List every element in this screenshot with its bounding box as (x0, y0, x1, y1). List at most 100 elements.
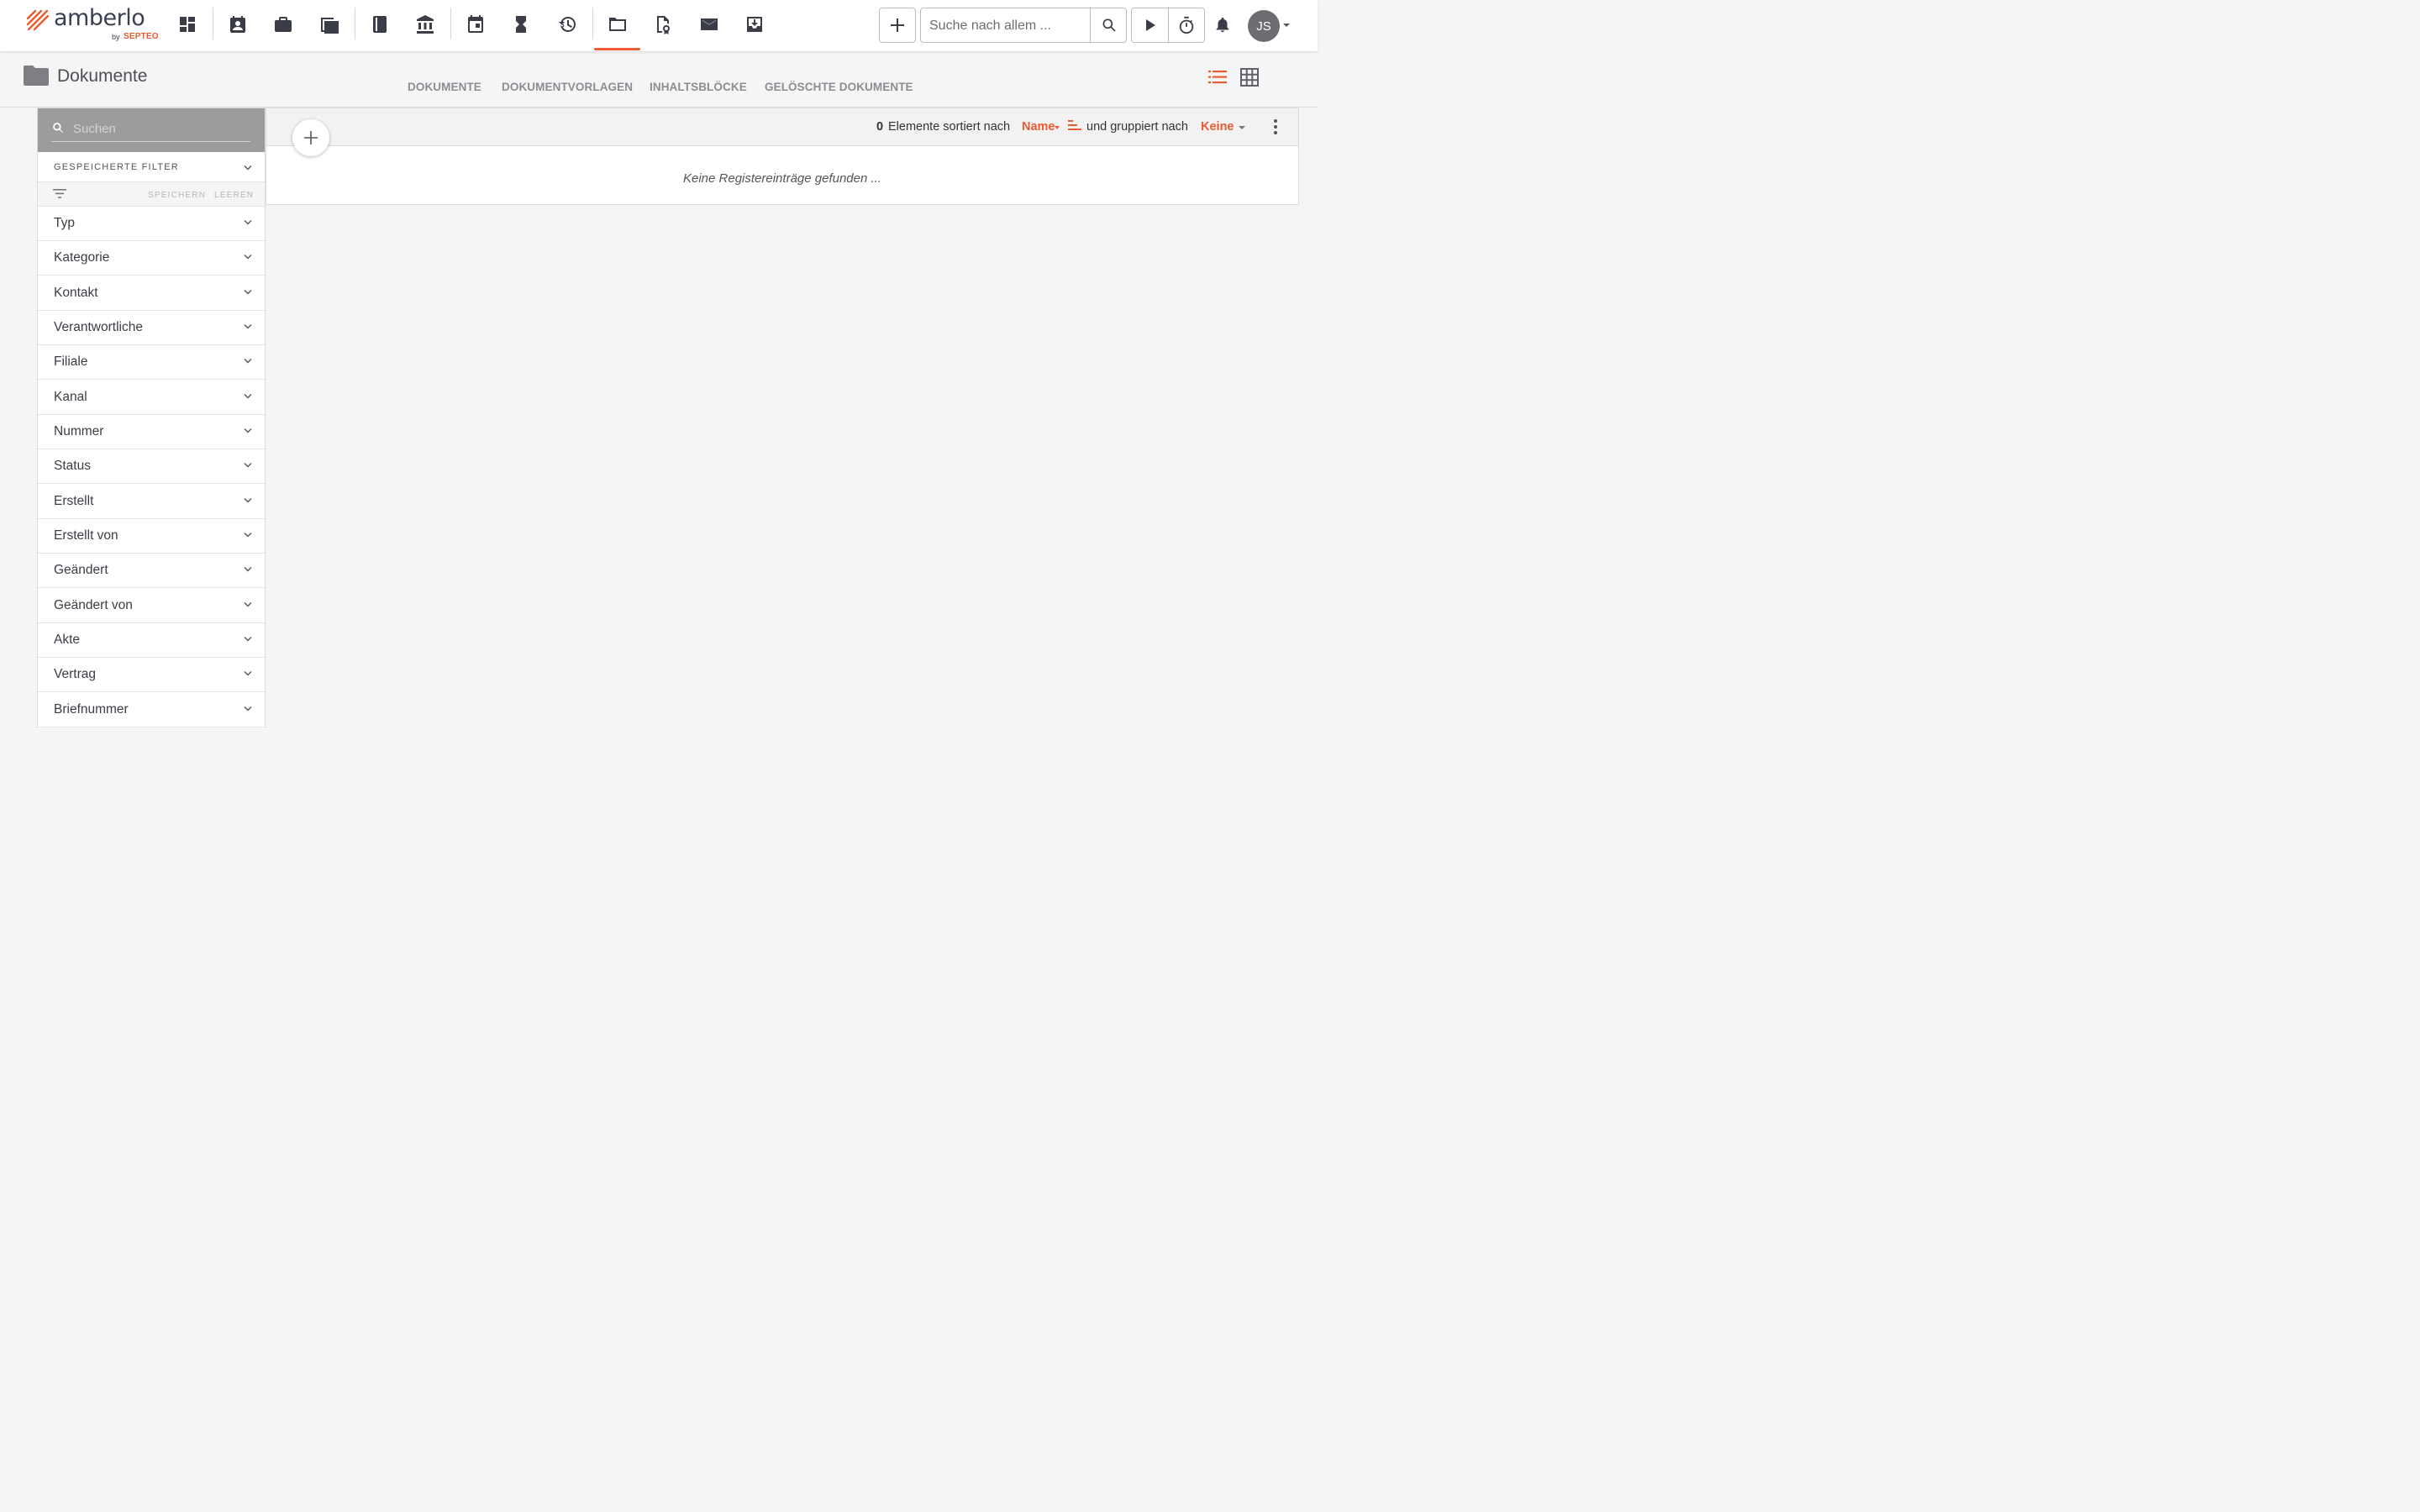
chevron-down-icon (244, 359, 252, 364)
chevron-down-icon (244, 289, 252, 295)
group-label: und gruppiert nach (1086, 120, 1188, 134)
filter-label: Geändert (54, 563, 108, 578)
document-certificate-icon[interactable] (650, 10, 676, 39)
filter-item[interactable]: Erstellt (38, 485, 265, 519)
sort-direction-icon[interactable] (1068, 120, 1081, 130)
global-search-button[interactable] (1090, 8, 1127, 42)
chevron-down-icon (244, 220, 252, 225)
chevron-down-icon (244, 636, 252, 642)
filter-item[interactable]: Vertrag (38, 658, 265, 693)
sidebar-search-input[interactable] (73, 119, 250, 138)
contacts-icon[interactable] (224, 10, 251, 39)
chevron-down-icon (244, 706, 252, 711)
filter-item[interactable]: Typ (38, 207, 265, 241)
filter-label: Filiale (54, 354, 88, 370)
folder-icon (24, 66, 49, 86)
tab-dokumente[interactable]: DOKUMENTE (408, 81, 481, 93)
filter-label: Kanal (54, 389, 87, 404)
filter-actions-bar: SPEICHERN LEEREN (38, 182, 265, 207)
filter-icon (53, 189, 66, 198)
filter-label: Kontakt (54, 285, 98, 300)
group-caret-icon[interactable] (1239, 126, 1245, 129)
global-search (920, 8, 1127, 43)
active-nav-indicator (594, 48, 640, 50)
matters-icon[interactable] (270, 10, 297, 39)
plus-icon (304, 131, 318, 144)
tasks-icon[interactable] (316, 10, 343, 39)
inbox-download-icon[interactable] (741, 10, 768, 39)
filter-item[interactable]: Erstellt von (38, 519, 265, 554)
chevron-down-icon (244, 165, 252, 171)
grid-view-icon[interactable] (1239, 66, 1260, 88)
filter-item[interactable]: Kanal (38, 381, 265, 415)
tab-inhaltsbloecke[interactable]: INHALTSBLÖCKE (650, 81, 747, 93)
filter-label: Status (54, 459, 91, 474)
tab-dokumentvorlagen[interactable]: DOKUMENTVORLAGEN (502, 81, 633, 93)
billing-history-icon[interactable] (554, 10, 581, 39)
chevron-down-icon (244, 393, 252, 399)
list-view-icon[interactable] (1207, 66, 1228, 88)
create-new-button[interactable] (879, 8, 916, 43)
logo-brand: SEPTEO (124, 32, 159, 41)
chevron-down-icon (244, 497, 252, 503)
chevron-down-icon (244, 532, 252, 538)
page-title: Dokumente (57, 66, 148, 86)
notifications-bell[interactable] (1211, 13, 1234, 37)
top-bar: amberlo by SEPTEO Suche nach allem ... J… (0, 0, 1318, 52)
more-options-icon[interactable] (1270, 118, 1281, 135)
filter-label: Geändert von (54, 597, 133, 612)
chevron-down-icon (244, 601, 252, 607)
add-document-button[interactable] (292, 119, 329, 156)
filter-item[interactable]: Kontakt (38, 276, 265, 311)
mail-icon[interactable] (696, 10, 723, 39)
filter-label: Briefnummer (54, 701, 129, 717)
documents-folder-icon[interactable] (604, 10, 631, 39)
user-avatar[interactable]: JS (1248, 10, 1280, 42)
sidebar-search (38, 108, 265, 152)
filter-item[interactable]: Status (38, 449, 265, 485)
amberlo-logo[interactable]: amberlo by SEPTEO (26, 5, 160, 45)
calendar-icon[interactable] (462, 10, 489, 39)
logo-mark-icon (26, 9, 50, 31)
save-filter-button[interactable]: SPEICHERN (148, 191, 206, 200)
filter-label: Erstellt (54, 493, 94, 508)
filter-label: Nummer (54, 423, 104, 438)
bell-icon (1216, 17, 1229, 33)
filter-item[interactable]: Geändert von (38, 589, 265, 623)
empty-state-message: Keine Registereinträge gefunden ... (683, 171, 881, 186)
group-by-dropdown[interactable]: Keine (1201, 120, 1234, 134)
start-timer-button[interactable] (1132, 8, 1168, 42)
stopwatch-button[interactable] (1168, 8, 1204, 42)
filter-item[interactable]: Kategorie (38, 241, 265, 276)
clear-filter-button[interactable]: LEEREN (214, 191, 254, 200)
filter-item[interactable]: Geändert (38, 554, 265, 589)
book-icon[interactable] (366, 10, 393, 39)
chevron-down-icon (244, 323, 252, 329)
saved-filters-dropdown[interactable]: GESPEICHERTE FILTER (38, 152, 265, 182)
timer-controls (1131, 8, 1205, 43)
chevron-down-icon (244, 428, 252, 433)
search-underline (51, 141, 250, 142)
filter-item[interactable]: Verantwortliche (38, 311, 265, 345)
institution-icon[interactable] (412, 10, 439, 39)
chevron-down-icon (244, 567, 252, 572)
global-search-input[interactable] (929, 16, 1089, 36)
filter-label: Verantwortliche (54, 319, 143, 334)
tab-geloeschte-dokumente[interactable]: GELÖSCHTE DOKUMENTE (765, 81, 913, 93)
play-icon (1145, 19, 1155, 31)
filter-item[interactable]: Akte (38, 623, 265, 658)
filter-item[interactable]: Briefnummer (38, 693, 265, 727)
saved-filters-label: GESPEICHERTE FILTER (54, 162, 179, 172)
hourglass-icon[interactable] (508, 10, 534, 39)
chevron-down-icon (244, 671, 252, 676)
filter-item[interactable]: Filiale (38, 345, 265, 381)
sort-caret-icon[interactable] (1055, 126, 1060, 129)
avatar-caret-icon[interactable] (1283, 24, 1290, 27)
chevron-down-icon (244, 255, 252, 260)
filter-label: Kategorie (54, 250, 110, 265)
dashboard-icon[interactable] (174, 10, 201, 39)
chevron-down-icon (244, 463, 252, 468)
logo-text: amberlo (54, 5, 145, 31)
sort-by-dropdown[interactable]: Name (1022, 120, 1055, 134)
filter-item[interactable]: Nummer (38, 415, 265, 449)
